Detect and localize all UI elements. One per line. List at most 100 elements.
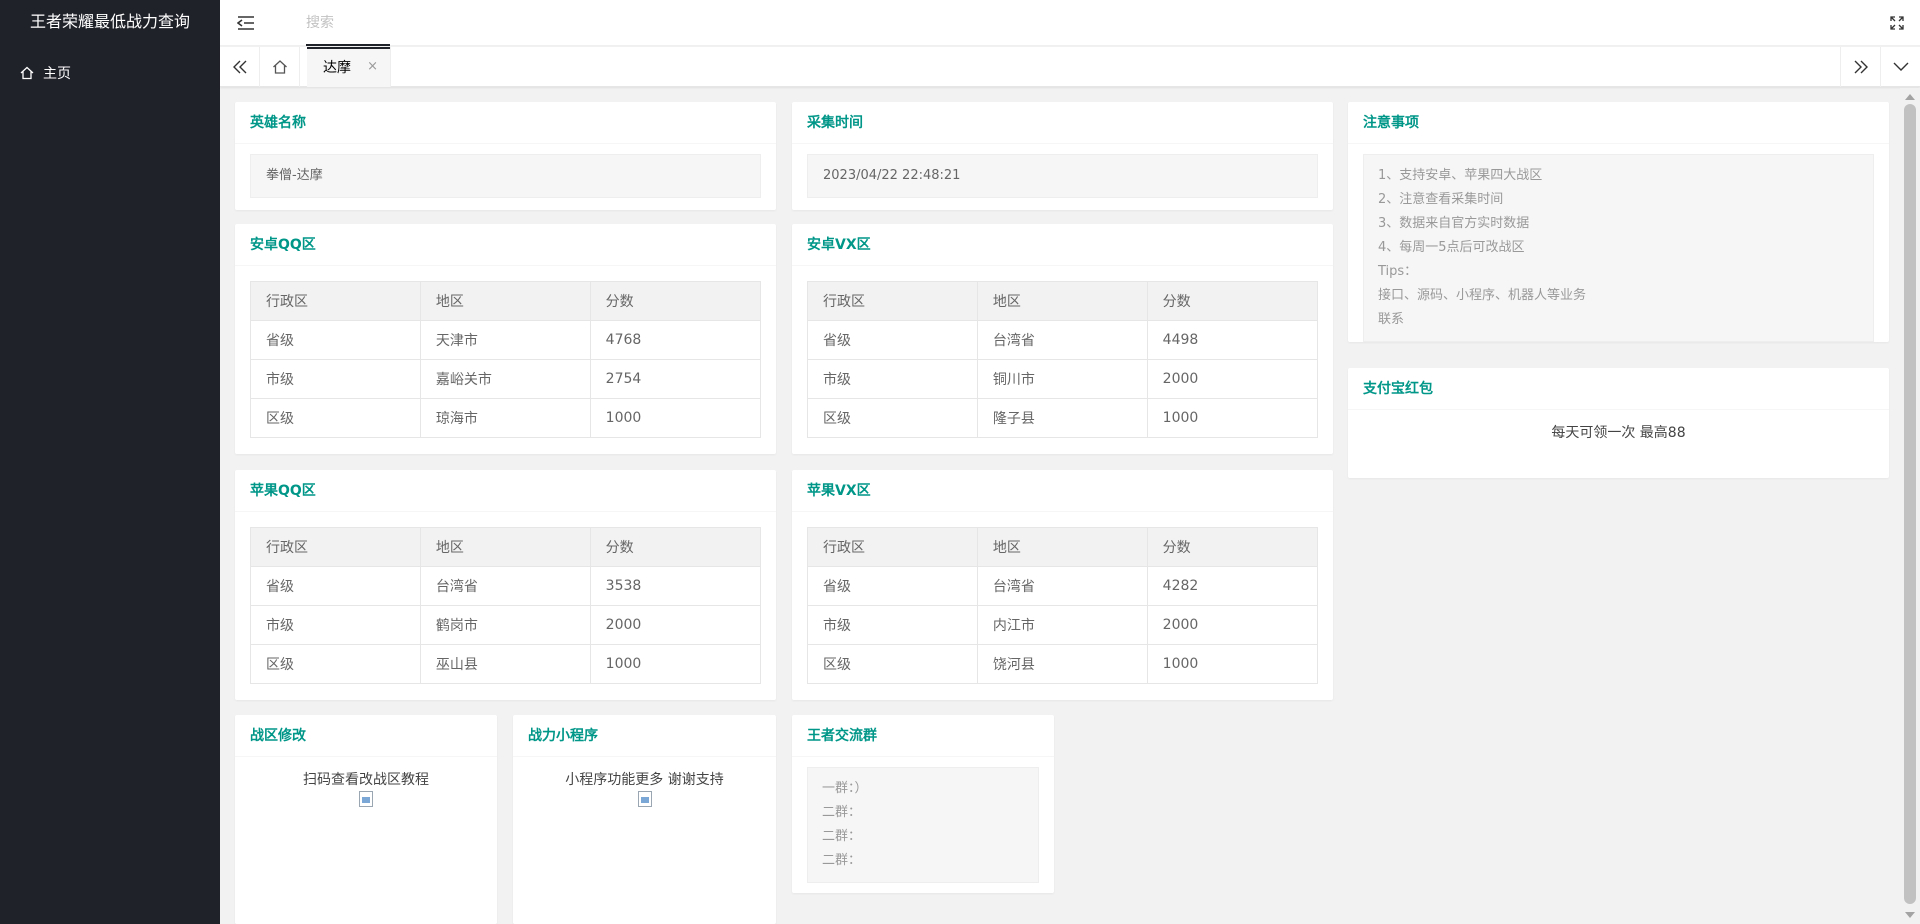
table-row: 区级 琼海市 1000	[250, 398, 762, 438]
table-row: 区级 巫山县 1000	[250, 644, 762, 684]
col-header: 地区	[419, 527, 591, 567]
table-cell: 1000	[1146, 398, 1319, 438]
table-cell: 台湾省	[976, 566, 1148, 606]
table-cell: 天津市	[419, 320, 591, 360]
sidebar-item-home[interactable]: 主页	[0, 52, 220, 94]
hero-value: 拳僧-达摩	[250, 154, 761, 198]
scroll-down-icon[interactable]	[1905, 912, 1915, 918]
collect-time-title: 采集时间	[792, 102, 1333, 144]
table-row: 区级 饶河县 1000	[807, 644, 1319, 684]
col-header: 地区	[976, 281, 1148, 321]
col-header: 行政区	[807, 527, 978, 567]
table-cell: 1000	[589, 644, 762, 684]
notes-line: 2、注意查看采集时间	[1378, 192, 1504, 207]
table-cell: 市级	[807, 605, 978, 645]
table-cell: 隆子县	[976, 398, 1148, 438]
table-cell: 铜川市	[976, 359, 1148, 399]
apple-qq-table: 行政区 地区 分数 省级 台湾省 3538 市级 鹤岗市 2000 区级 巫山县	[250, 527, 762, 684]
sidebar-toggle-icon[interactable]	[234, 12, 258, 34]
alipay-title: 支付宝红包	[1348, 368, 1889, 410]
android-vx-title: 安卓VX区	[792, 224, 1333, 266]
android-qq-title: 安卓QQ区	[235, 224, 776, 266]
table-cell: 1000	[589, 398, 762, 438]
table-cell: 4768	[589, 320, 762, 360]
notes-line: 接口、源码、小程序、机器人等业务	[1378, 288, 1587, 303]
alipay-card: 支付宝红包 每天可领一次 最高88	[1348, 368, 1889, 478]
table-cell: 省级	[250, 320, 421, 360]
table-cell: 区级	[250, 398, 421, 438]
groups-box: 一群：） 二群： 二群： 二群：	[807, 767, 1039, 883]
table-cell: 市级	[250, 359, 421, 399]
collect-time-card: 采集时间 2023/04/22 22:48:21	[792, 102, 1333, 210]
hero-title: 英雄名称	[235, 102, 776, 144]
qr-code-image	[359, 791, 373, 807]
table-cell: 台湾省	[976, 320, 1148, 360]
col-header: 行政区	[250, 281, 421, 321]
col-header: 分数	[1146, 281, 1319, 321]
android-vx-card: 安卓VX区 行政区 地区 分数 省级 台湾省 4498 市级 铜川市 2000	[792, 224, 1333, 454]
apple-vx-table: 行政区 地区 分数 省级 台湾省 4282 市级 内江市 2000 区级 饶河县	[807, 527, 1319, 684]
table-cell: 巫山县	[419, 644, 591, 684]
tab-dharma[interactable]: 达摩 ×	[307, 47, 391, 87]
vertical-scrollbar[interactable]	[1900, 88, 1920, 924]
notes-line: Tips：	[1378, 264, 1418, 279]
apple-qq-title: 苹果QQ区	[235, 470, 776, 512]
main-content: 英雄名称 拳僧-达摩 采集时间 2023/04/22 22:48:21 注意事项…	[220, 88, 1900, 924]
hero-card: 英雄名称 拳僧-达摩	[235, 102, 776, 210]
table-cell: 市级	[807, 359, 978, 399]
table-header-row: 行政区 地区 分数	[807, 527, 1319, 567]
search-input[interactable]: 搜索	[306, 0, 566, 46]
table-row: 省级 台湾省 4282	[807, 566, 1319, 606]
zone-change-card: 战区修改 扫码查看改战区教程	[235, 715, 497, 924]
notes-title: 注意事项	[1348, 102, 1889, 144]
table-row: 市级 嘉峪关市 2754	[250, 359, 762, 399]
tabs-scroll-right-icon[interactable]	[1840, 47, 1880, 87]
apple-qq-card: 苹果QQ区 行政区 地区 分数 省级 台湾省 3538 市级 鹤岗市 2000	[235, 470, 776, 700]
notes-line: 联系	[1378, 312, 1405, 327]
table-header-row: 行政区 地区 分数	[250, 281, 762, 321]
table-cell: 省级	[807, 566, 978, 606]
apple-vx-card: 苹果VX区 行政区 地区 分数 省级 台湾省 4282 市级 内江市 2000	[792, 470, 1333, 700]
col-header: 行政区	[807, 281, 978, 321]
notes-card: 注意事项 1、支持安卓、苹果四大战区 2、注意查看采集时间 3、数据来自官方实时…	[1348, 102, 1889, 342]
android-vx-table: 行政区 地区 分数 省级 台湾省 4498 市级 铜川市 2000 区级 隆子县	[807, 281, 1319, 438]
apple-vx-title: 苹果VX区	[792, 470, 1333, 512]
tab-label: 达摩	[323, 60, 351, 76]
mini-program-qr-image	[637, 791, 652, 807]
table-cell: 饶河县	[976, 644, 1148, 684]
scroll-up-icon[interactable]	[1905, 94, 1915, 100]
groups-title: 王者交流群	[792, 715, 1054, 757]
table-row: 省级 天津市 4768	[250, 320, 762, 360]
group-line: 二群：	[822, 829, 862, 844]
tabs-menu-chevron-down-icon[interactable]	[1880, 47, 1920, 87]
col-header: 地区	[419, 281, 591, 321]
tabs-bar: 达摩 ×	[220, 47, 1920, 87]
table-cell: 3538	[589, 566, 762, 606]
group-line: 二群：	[822, 853, 862, 868]
top-header: 搜索	[220, 0, 1920, 46]
table-cell: 2000	[589, 605, 762, 645]
notes-line: 1、支持安卓、苹果四大战区	[1378, 168, 1543, 183]
table-header-row: 行政区 地区 分数	[250, 527, 762, 567]
table-row: 市级 内江市 2000	[807, 605, 1319, 645]
android-qq-card: 安卓QQ区 行政区 地区 分数 省级 天津市 4768 市级 嘉峪关市 2754	[235, 224, 776, 454]
col-header: 地区	[976, 527, 1148, 567]
app-title[interactable]: 王者荣耀最低战力查询	[0, 0, 220, 44]
tabs-scroll-left-icon[interactable]	[220, 47, 260, 87]
table-cell: 鹤岗市	[419, 605, 591, 645]
mini-program-card: 战力小程序 小程序功能更多 谢谢支持	[513, 715, 776, 924]
tab-home-icon[interactable]	[260, 47, 300, 87]
table-cell: 嘉峪关市	[419, 359, 591, 399]
scroll-thumb[interactable]	[1904, 104, 1916, 904]
table-cell: 台湾省	[419, 566, 591, 606]
table-cell: 4282	[1146, 566, 1319, 606]
tab-close-icon[interactable]: ×	[367, 60, 378, 73]
table-cell: 省级	[807, 320, 978, 360]
collect-time-value: 2023/04/22 22:48:21	[807, 154, 1318, 198]
mini-program-text: 小程序功能更多 谢谢支持	[565, 772, 724, 788]
table-row: 省级 台湾省 3538	[250, 566, 762, 606]
col-header: 分数	[589, 281, 762, 321]
table-cell: 2000	[1146, 359, 1319, 399]
table-row: 市级 铜川市 2000	[807, 359, 1319, 399]
fullscreen-icon[interactable]	[1888, 14, 1906, 32]
